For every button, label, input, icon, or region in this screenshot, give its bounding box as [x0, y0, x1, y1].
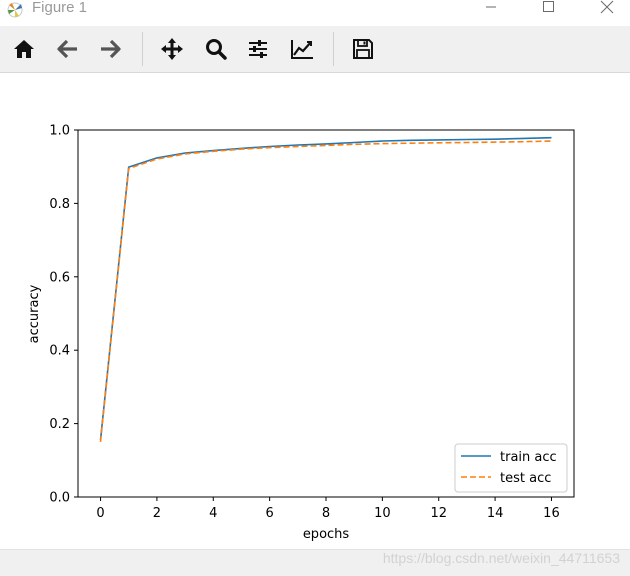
- close-icon: [600, 0, 614, 14]
- maximize-button[interactable]: [526, 0, 572, 20]
- x-tick-label: 10: [374, 506, 391, 521]
- x-axis-label: epochs: [303, 527, 350, 542]
- y-axis-ticks: 0.0 0.2 0.4 0.6 0.8 1.0: [49, 124, 78, 506]
- legend-train-acc-label: train acc: [500, 450, 557, 465]
- legend: train acc test acc: [454, 443, 568, 493]
- arrow-right-icon: [101, 39, 121, 59]
- close-button[interactable]: [584, 0, 630, 20]
- watermark-text: https://blog.csdn.net/weixin_44711653: [382, 550, 620, 566]
- window-title: Figure 1: [32, 0, 88, 16]
- line-chart-icon: [291, 40, 313, 59]
- x-tick-label: 2: [153, 506, 161, 521]
- x-tick-label: 6: [265, 506, 273, 521]
- edit-axis-button[interactable]: [288, 35, 316, 63]
- forward-button[interactable]: [96, 35, 124, 63]
- save-button[interactable]: [349, 35, 377, 63]
- minimize-button[interactable]: [468, 0, 514, 20]
- y-tick-label: 0.6: [49, 270, 70, 285]
- x-tick-label: 12: [430, 506, 447, 521]
- y-tick-label: 0.2: [49, 417, 70, 432]
- series-line-test-acc: [99, 140, 552, 442]
- home-button[interactable]: [10, 35, 38, 63]
- maximize-icon: [543, 1, 554, 12]
- matplotlib-icon: [6, 1, 26, 19]
- toolbar-separator: [333, 32, 334, 66]
- legend-test-acc-label: test acc: [500, 471, 551, 486]
- y-tick-label: 1.0: [49, 124, 70, 139]
- move-arrows-icon: [161, 38, 183, 60]
- plot-frame: [77, 129, 575, 498]
- x-axis-ticks: 0 2 4 6 8 10 12 14 16: [96, 497, 560, 521]
- magnifier-icon: [206, 39, 227, 60]
- home-icon: [14, 40, 34, 58]
- x-tick-label: 14: [487, 506, 504, 521]
- y-tick-label: 0.8: [49, 197, 70, 212]
- series-line-train-acc: [99, 136, 552, 441]
- toolbar-separator: [142, 32, 143, 66]
- status-bar: https://blog.csdn.net/weixin_44711653: [0, 549, 630, 576]
- zoom-button[interactable]: [202, 35, 230, 63]
- arrow-left-icon: [57, 39, 77, 59]
- sliders-icon: [249, 40, 267, 58]
- x-tick-label: 4: [209, 506, 217, 521]
- y-tick-label: 0.4: [49, 344, 70, 359]
- line-chart: 0.00.20.40.60.81.0 0 2 4 6 8 10 12 14 16 epochs …: [27, 124, 575, 542]
- x-tick-label: 16: [543, 506, 560, 521]
- floppy-disk-icon: [353, 39, 373, 59]
- pan-button[interactable]: [158, 35, 186, 63]
- series-lines: [99, 136, 552, 442]
- y-tick-label: 0.0: [49, 491, 70, 506]
- navigation-toolbar: [0, 26, 630, 73]
- x-tick-label: 8: [322, 506, 330, 521]
- back-button[interactable]: [54, 35, 82, 63]
- title-bar: Figure 1: [0, 0, 630, 26]
- x-tick-label: 0: [96, 506, 104, 521]
- y-axis-label: accuracy: [27, 284, 42, 343]
- minimize-icon: [486, 6, 496, 8]
- figure-canvas[interactable]: 0.0 0.2 0.4 0.6 0.8 1.0 0 2 4 6 8 10 12 14 16 epochs …: [0, 73, 630, 549]
- configure-subplots-button[interactable]: [244, 35, 272, 63]
